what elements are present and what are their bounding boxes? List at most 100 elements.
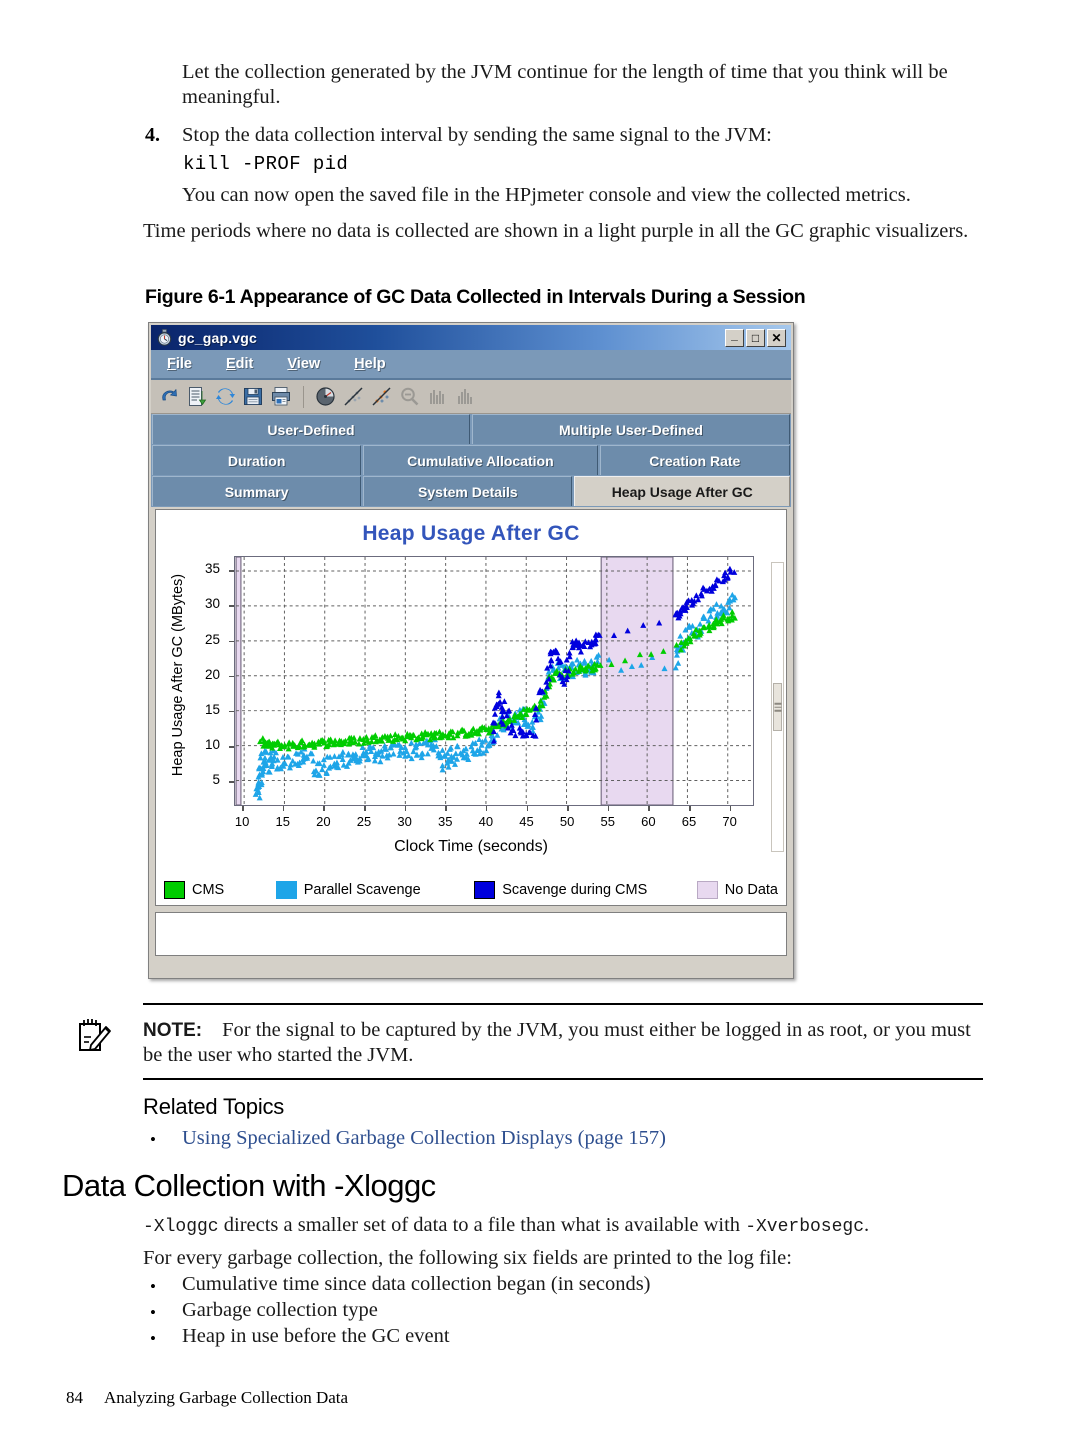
section-heading: Data Collection with -Xloggc [62,1168,436,1203]
no-data-band [235,557,242,805]
chart-title: Heap Usage After GC [362,522,580,545]
x-axis-tick: 20 [316,814,331,829]
minimize-button[interactable]: _ [725,328,744,347]
tab-row-1: User-Defined Multiple User-Defined [151,414,791,445]
data-point-parallel-scavenge [588,657,595,664]
figure-caption: Figure 6-1 Appearance of GC Data Collect… [145,286,806,308]
note-label: NOTE: [143,1020,203,1041]
menu-item-edit[interactable]: Edit [226,356,253,372]
tab-summary[interactable]: Summary [152,476,362,506]
section-line1-end: . [864,1214,870,1236]
step-text: Stop the data collection interval by sen… [182,124,772,146]
plot-region [234,556,754,806]
gauge-icon[interactable] [313,384,338,409]
data-point-parallel-scavenge [377,758,384,765]
scrollbar-thumb[interactable] [773,683,782,731]
x-axis-tick: 60 [641,814,656,829]
note-rule-bottom [143,1078,983,1080]
bar-chart-icon[interactable] [425,384,450,409]
no-data-band [600,557,674,805]
menu-view-rest: iew [296,356,321,372]
maximize-button[interactable]: □ [746,328,765,347]
print-icon[interactable] [269,384,294,409]
x-axis-tick: 50 [559,814,575,829]
chart-legend: CMS Parallel Scavenge Scavenge during CMS N… [164,881,778,899]
data-point-cms [436,728,443,735]
y-axis-tick: 25 [204,631,220,647]
legend-item-parallel-scavenge[interactable]: Parallel Scavenge [275,881,421,899]
legend-swatch [275,881,297,899]
footer-title: Analyzing Garbage Collection Data [104,1388,349,1407]
legend-item-cms[interactable]: CMS [164,881,224,899]
x-axis-tick: 25 [356,814,372,829]
x-axis-tick: 55 [600,814,615,829]
data-point-parallel-scavenge [713,601,720,607]
x-tick-mark [648,806,650,811]
data-point-parallel-scavenge [345,750,352,757]
note-text: For the signal to be captured by the JVM… [143,1019,971,1066]
window-controls: _ □ ✕ [725,328,788,347]
menu-item-help[interactable]: Help [354,356,385,372]
data-point-parallel-scavenge [339,749,346,755]
field-bullet-2: • [150,1329,156,1348]
undo-icon[interactable] [157,384,182,409]
legend-item-scavenge-during-cms[interactable]: Scavenge during CMS [474,881,647,899]
legend-label: Parallel Scavenge [303,882,421,898]
command-line: kill -PROF pid [183,153,349,175]
tab-multiple-user-defined[interactable]: Multiple User-Defined [472,414,790,444]
x-tick-mark [567,806,569,811]
tab-group: User-Defined Multiple User-Defined Durat… [151,414,791,507]
data-point-parallel-scavenge [675,660,682,666]
menu-help-rest: elp [364,356,386,372]
x-axis-tick: 30 [397,814,412,829]
field-bullet-1: • [150,1303,156,1322]
menu-edit-rest: dit [235,356,254,372]
x-tick-mark [323,806,325,811]
save-icon[interactable] [241,384,266,409]
data-point-parallel-scavenge [677,632,684,639]
export-document-icon[interactable] [185,384,210,409]
zoom-out-icon[interactable] [397,384,422,409]
field-bullet-0: • [150,1277,156,1296]
related-topic-link-0[interactable]: Using Specialized Garbage Collection Dis… [182,1127,666,1150]
tab-row-3: Summary System Details Heap Usage After … [151,476,791,507]
menu-view-mnemonic: V [287,356,297,372]
tab-creation-rate[interactable]: Creation Rate [599,445,790,475]
scatter-color-icon[interactable] [369,384,394,409]
light-purple-paragraph: Time periods where no data is collected … [143,220,969,242]
legend-label: Scavenge during CMS [502,882,648,898]
tab-system-details[interactable]: System Details [363,476,573,506]
close-button[interactable]: ✕ [767,328,786,347]
chart-area: Heap Usage After GC (MBytes) 5 10 15 20 25 30 3… [156,546,786,876]
tab-cumulative-allocation[interactable]: Cumulative Allocation [363,445,598,475]
data-point-scavenge-during-cms [548,656,555,663]
data-point-scavenge-during-cms [566,649,573,656]
note-pencil-icon [76,1015,114,1055]
tab-user-defined[interactable]: User-Defined [152,414,470,444]
tab-heap-usage-after-gc[interactable]: Heap Usage After GC [574,476,790,506]
x-tick-mark [729,806,732,811]
x-tick-mark [526,806,528,811]
section-line-2: For every garbage collection, the follow… [143,1247,792,1269]
histogram-icon[interactable] [453,384,478,409]
menu-edit-mnemonic: E [225,356,236,372]
refresh-icon[interactable] [213,384,238,409]
menu-bar: File Edit View Help [151,350,791,380]
x-axis-tick: 10 [234,814,250,829]
data-point-cms [363,734,370,740]
window-title-bar[interactable]: gc_gap.vgc _ □ ✕ [151,325,791,350]
y-axis-tick: 15 [204,701,220,717]
scatter-plot-icon[interactable] [341,384,366,409]
data-point-scavenge-during-cms [501,698,508,704]
data-point-scavenge-during-cms [722,569,729,576]
legend-item-no-data[interactable]: No Data [696,881,778,899]
chart-vertical-scrollbar[interactable] [771,562,784,852]
menu-item-file[interactable]: File [167,356,192,372]
y-axis-tick: 5 [212,772,220,788]
data-point-scavenge-during-cms [491,711,499,717]
x-tick-mark [282,806,285,811]
y-axis-tick: 10 [204,737,220,753]
tab-duration[interactable]: Duration [152,445,362,475]
data-point-parallel-scavenge [697,620,704,627]
menu-item-view[interactable]: View [287,356,320,372]
